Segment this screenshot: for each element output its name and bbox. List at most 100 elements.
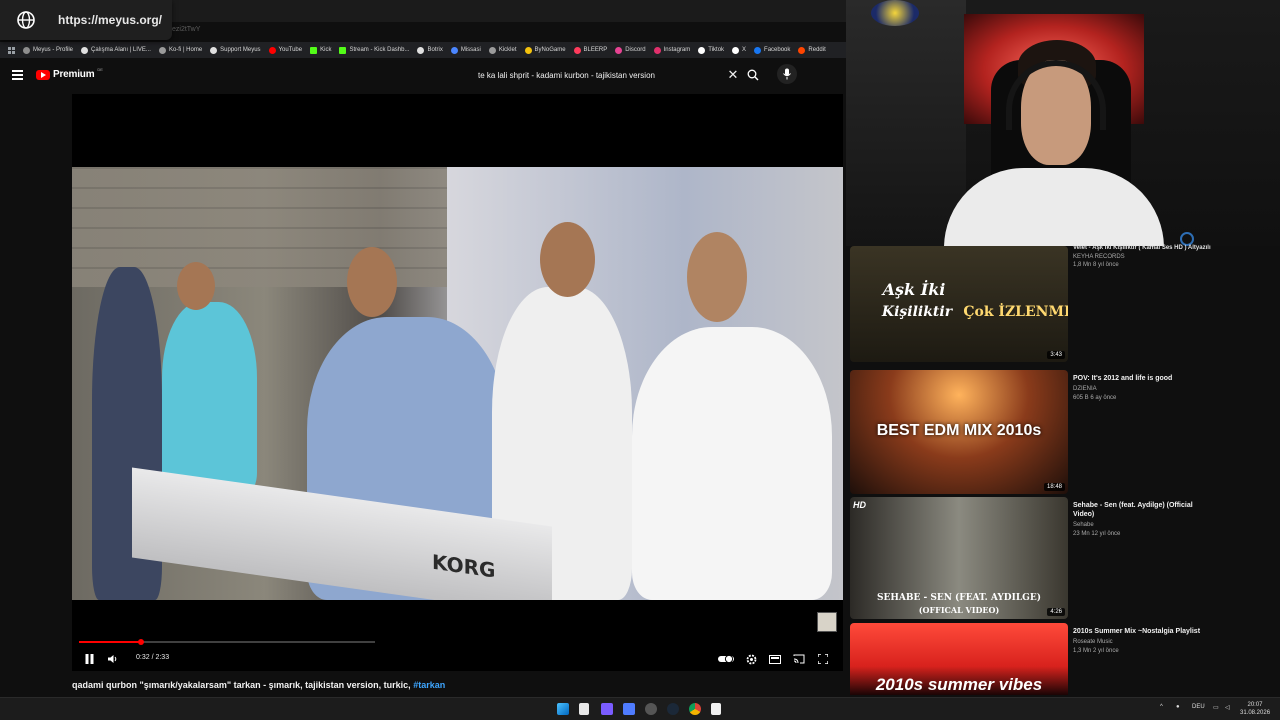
search-button[interactable] (744, 65, 762, 85)
channel-watermark[interactable] (817, 612, 837, 632)
bookmark-item[interactable]: Ko-fi | Home (158, 46, 203, 54)
bookmark-item[interactable]: X (732, 46, 747, 54)
bookmark-item[interactable]: Discord (615, 46, 646, 54)
facebook-icon (754, 46, 762, 54)
bookmark-item[interactable]: Meyus - Profile (23, 46, 73, 54)
rec-channel[interactable]: DZIENIA (1073, 386, 1203, 392)
bookmark-item[interactable]: BLEERP (573, 46, 608, 54)
bookmark-item[interactable]: Kick (310, 46, 332, 54)
hashtag-link[interactable]: #tarkan (413, 680, 445, 690)
bookmark-label: Kick (320, 47, 332, 53)
rec-title[interactable]: Sehabe - Sen (feat. Aydilge) (Official V… (1073, 501, 1203, 519)
bookmark-item[interactable]: Çalışma Alanı | LIVE... (81, 46, 151, 54)
discord-icon (615, 46, 623, 54)
tray-app-icon[interactable]: ● (1176, 704, 1180, 710)
video-frame[interactable]: KORG (72, 167, 843, 600)
clear-icon[interactable]: ✕ (724, 67, 742, 83)
url-popup[interactable]: https://meyus.org/ (0, 0, 172, 40)
bookmark-item[interactable]: Tiktok (698, 46, 724, 54)
video-person-head (687, 232, 747, 322)
bookmark-item[interactable]: Kicklet (488, 46, 517, 54)
support-icon (210, 46, 218, 54)
bookmark-label: Instagram (663, 47, 691, 53)
document-icon[interactable] (711, 703, 721, 715)
bookmark-item[interactable]: Missasi (450, 46, 481, 54)
recommendation-item[interactable]: BEST EDM MIX 2010s 18:48 POV: It's 2012 … (850, 370, 1280, 494)
app-grid-icon[interactable] (601, 703, 613, 715)
video-person (162, 302, 257, 492)
miniplayer-button[interactable] (768, 652, 782, 666)
rec-channel[interactable]: Sehabe (1073, 522, 1203, 528)
settings-icon[interactable] (645, 703, 657, 715)
tray-chevron-icon[interactable]: ^ (1160, 704, 1163, 710)
video-player[interactable]: KORG 0:32 / 2:33 (72, 94, 843, 671)
windows-start-icon[interactable] (557, 703, 569, 715)
rec-meta: Sehabe - Sen (feat. Aydilge) (Official V… (1073, 501, 1203, 537)
bookmark-item[interactable]: Instagram (653, 46, 691, 54)
bookmark-label: Ko-fi | Home (168, 47, 203, 53)
bookmark-item[interactable]: ByNoGame (524, 46, 566, 54)
recommendation-item[interactable]: 2010s summer vibes 2010s Summer Mix ~Nos… (850, 623, 1280, 695)
bookmark-item[interactable]: Reddit (798, 46, 826, 54)
progress-scrubber[interactable] (137, 639, 144, 645)
network-icon[interactable]: ▭ (1213, 704, 1219, 711)
recommendation-item[interactable]: HD SEHABE - SEN (FEAT. AYDILGE) (OFFICAL… (850, 497, 1280, 619)
steam-icon[interactable] (667, 703, 679, 715)
rec-thumbnail[interactable]: Aşk İki Kişiliktir Çok İZLENME 3:43 (850, 246, 1068, 362)
bookmark-item[interactable]: Stream - Kick Dashb... (339, 46, 410, 54)
bookmark-item[interactable]: YouTube (268, 46, 302, 54)
file-icon[interactable] (579, 703, 589, 715)
rec-thumbnail[interactable]: BEST EDM MIX 2010s 18:48 (850, 370, 1068, 494)
pause-button[interactable] (82, 652, 96, 666)
x-icon (732, 46, 740, 54)
youtube-logo[interactable]: Premium DE (36, 67, 103, 80)
thumb-caption: Çok İZLENME (963, 304, 1068, 320)
kofi-icon (158, 46, 166, 54)
rec-title[interactable]: POV: It's 2012 and life is good (1073, 374, 1203, 383)
thumb-caption: BEST EDM MIX 2010s (876, 422, 1042, 439)
autoplay-toggle[interactable] (718, 652, 734, 666)
thumb-caption: (OFFICAL VIDEO) (918, 605, 1000, 615)
rec-title[interactable]: 2010s Summer Mix ~Nostalgia Playlist (1073, 627, 1203, 636)
voice-search-button[interactable] (777, 64, 797, 84)
bookmark-label: Facebook (764, 47, 791, 53)
region-label: DE (97, 67, 103, 72)
bookmark-label: BLEERP (583, 47, 608, 53)
recommendation-item[interactable]: Aşk İki Kişiliktir Çok İZLENME 3:43 (850, 246, 1280, 362)
bookmark-item[interactable]: Support Meyus (210, 46, 261, 54)
ghost-tab-text: ezi2tTwY (172, 26, 201, 33)
rec-channel[interactable]: Roseate Music (1073, 639, 1203, 645)
menu-icon[interactable] (12, 70, 23, 82)
volume-icon[interactable]: ◁ (1225, 704, 1230, 711)
bookmarks-bar: Meyus - Profile Çalışma Alanı | LIVE... … (0, 42, 846, 58)
app-icon[interactable] (623, 703, 635, 715)
clock[interactable]: 20:07 31.08.2026 (1240, 701, 1270, 717)
time-display: 0:32 / 2:33 (136, 654, 170, 661)
rec-thumbnail[interactable]: HD SEHABE - SEN (FEAT. AYDILGE) (OFFICAL… (850, 497, 1068, 619)
progress-bar[interactable] (79, 639, 375, 645)
clock-date: 31.08.2026 (1240, 710, 1271, 716)
toggle-icon (718, 655, 734, 663)
bookmark-item[interactable]: Facebook (754, 46, 791, 54)
bookmark-item[interactable]: Botrix (417, 46, 443, 54)
bookmark-label: ByNoGame (534, 47, 566, 53)
language-indicator[interactable]: DEU (1192, 704, 1205, 710)
settings-button[interactable] (744, 652, 758, 666)
bleerp-icon (573, 46, 581, 54)
bookmark-label: Botrix (427, 47, 443, 53)
cast-button[interactable] (792, 652, 806, 666)
bookmark-label: Stream - Kick Dashb... (349, 47, 410, 53)
bookmark-label: X (742, 47, 747, 53)
chrome-icon[interactable] (689, 703, 701, 715)
rec-thumbnail[interactable]: 2010s summer vibes (850, 623, 1068, 695)
search-input[interactable]: te ka lali shprit - kadami kurbon - taji… (470, 65, 742, 85)
search-query: te ka lali shprit - kadami kurbon - taji… (478, 70, 655, 80)
fullscreen-button[interactable] (816, 652, 830, 666)
rec-meta: POV: It's 2012 and life is good DZIENIA … (1073, 374, 1203, 401)
globe-icon (17, 11, 35, 29)
apps-grid-icon[interactable] (8, 46, 15, 54)
instagram-icon (653, 46, 661, 54)
clock-time: 20:07 (1247, 702, 1263, 708)
volume-button[interactable] (106, 652, 120, 666)
bookmark-label: Reddit (808, 47, 826, 53)
